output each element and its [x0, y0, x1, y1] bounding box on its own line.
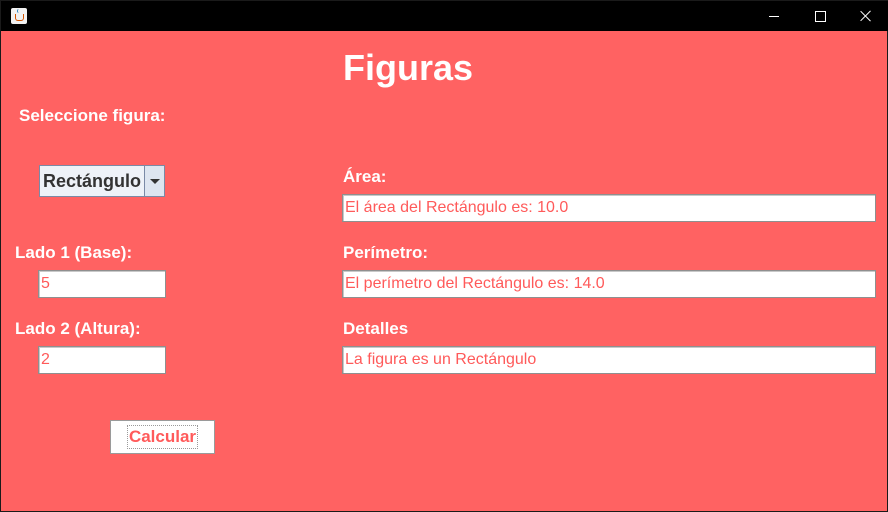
perimeter-label: Perímetro:: [343, 243, 429, 262]
minimize-icon: [769, 15, 779, 17]
details-output-field[interactable]: [342, 346, 876, 374]
calculate-button[interactable]: Calcular: [110, 420, 215, 454]
side1-input[interactable]: [38, 270, 166, 298]
app-window: Figuras Seleccione figura: Rectángulo La…: [0, 0, 888, 512]
page-title: Figuras: [343, 47, 474, 88]
maximize-button[interactable]: [797, 1, 843, 31]
select-figure-label: Seleccione figura:: [19, 106, 166, 125]
details-label: Detalles: [343, 319, 409, 338]
java-app-icon: [11, 8, 27, 24]
minimize-button[interactable]: [751, 1, 797, 31]
figure-select[interactable]: Rectángulo: [39, 165, 165, 197]
perimeter-output-field[interactable]: [342, 270, 876, 298]
area-label: Área:: [343, 167, 387, 186]
side1-label: Lado 1 (Base):: [15, 243, 133, 262]
calculate-button-label: Calcular: [126, 425, 199, 449]
chevron-down-icon[interactable]: [144, 166, 164, 196]
area-output-field[interactable]: [342, 194, 876, 222]
close-button[interactable]: [843, 1, 888, 31]
side2-label: Lado 2 (Altura):: [15, 319, 141, 338]
title-bar: [1, 1, 888, 31]
maximize-icon: [814, 10, 826, 22]
figure-select-value: Rectángulo: [43, 170, 142, 191]
side2-input[interactable]: [38, 346, 166, 374]
close-icon: [860, 10, 872, 22]
